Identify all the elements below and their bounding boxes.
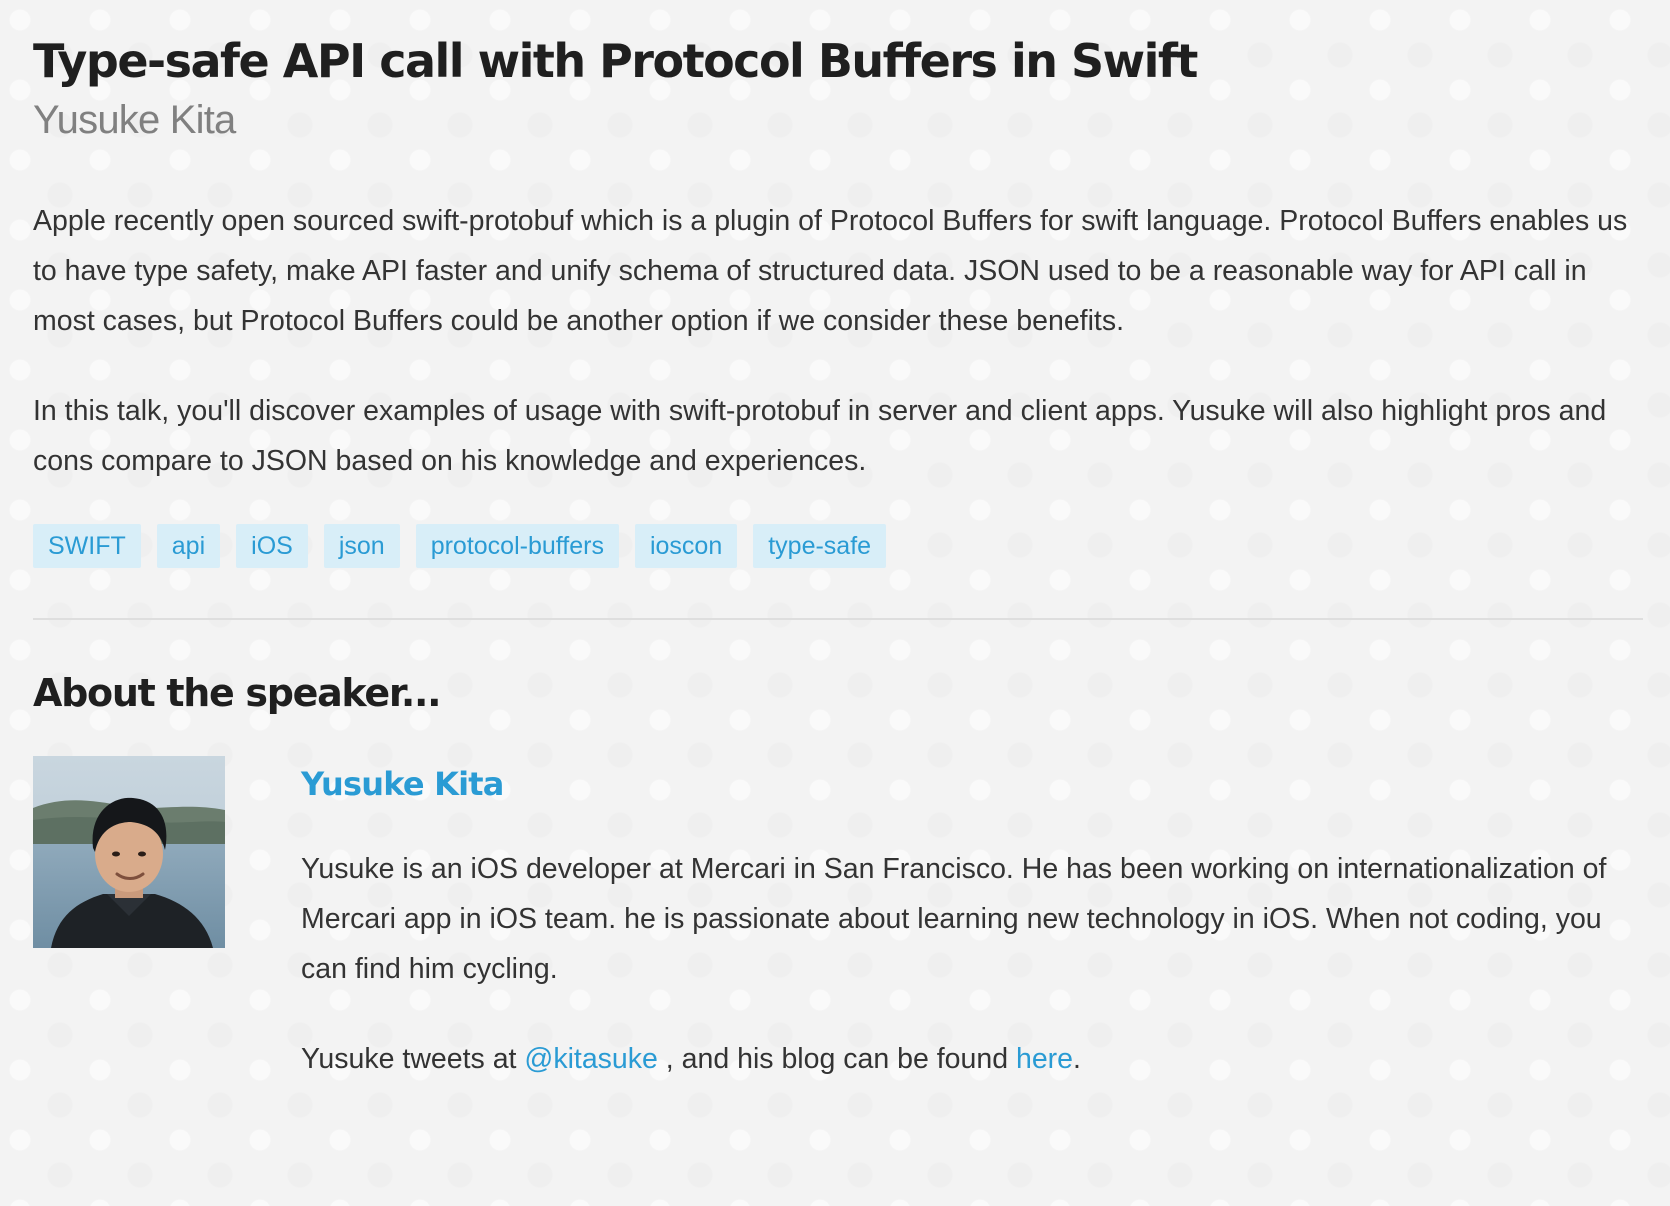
speaker-bio-text: Yusuke is an iOS developer at Mercari in… [301, 853, 1607, 985]
abstract-paragraph: In this talk, you'll discover examples o… [33, 395, 1607, 477]
tag-ioscon[interactable]: ioscon [634, 524, 738, 568]
speaker-info: Yusuke Kita Yusuke is an iOS developer a… [301, 756, 1643, 1084]
tag-list: SWIFT api iOS json protocol-buffers iosc… [33, 524, 1643, 568]
talk-page: Type-safe API call with Protocol Buffers… [33, 0, 1643, 1096]
abstract-paragraph: Apple recently open sourced swift-protob… [33, 205, 1628, 337]
tweets-suffix-text: . [1073, 1043, 1081, 1075]
speaker-bio: Yusuke is an iOS developer at Mercari in… [301, 844, 1643, 1084]
talk-speaker-name: Yusuke Kita [33, 98, 236, 142]
twitter-handle-link[interactable]: @kitasuke [524, 1043, 657, 1075]
about-speaker-heading: About the speaker... [33, 671, 442, 715]
speaker-name-link[interactable]: Yusuke Kita [301, 764, 1643, 804]
tag-swift[interactable]: SWIFT [33, 524, 141, 568]
talk-title: Type-safe API call with Protocol Buffers… [33, 34, 1198, 88]
blog-link[interactable]: here [1016, 1043, 1073, 1075]
speaker-profile: Yusuke Kita Yusuke is an iOS developer a… [33, 756, 1643, 1096]
tag-ios[interactable]: iOS [236, 524, 308, 568]
tag-json[interactable]: json [323, 524, 400, 568]
tweets-middle-text: , and his blog can be found [657, 1043, 1016, 1075]
tag-protocol-buffers[interactable]: protocol-buffers [415, 524, 619, 568]
section-divider [33, 618, 1643, 620]
talk-abstract: Apple recently open sourced swift-protob… [33, 196, 1643, 486]
tweets-prefix-text: Yusuke tweets at [301, 1043, 525, 1075]
speaker-social-line: Yusuke tweets at @kitasuke , and his blo… [301, 1034, 1643, 1084]
tag-api[interactable]: api [156, 524, 221, 568]
speaker-avatar [33, 756, 225, 948]
tag-type-safe[interactable]: type-safe [753, 524, 887, 568]
